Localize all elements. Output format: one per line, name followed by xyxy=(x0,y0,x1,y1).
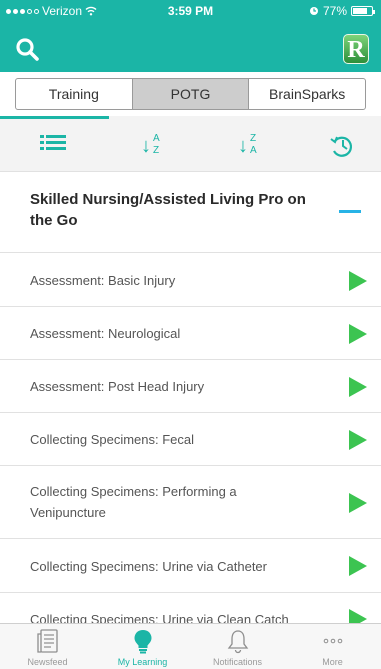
alarm-icon xyxy=(309,7,318,15)
list-item[interactable]: Collecting Specimens: Fecal xyxy=(0,413,381,466)
tab-label: My Learning xyxy=(117,657,168,667)
list-item[interactable]: Collecting Specimens: Urine via Catheter xyxy=(0,539,381,593)
tab-label: Notifications xyxy=(212,657,263,667)
sort-z-a-top-letter: Z xyxy=(250,133,257,144)
battery-group: 77% xyxy=(309,4,375,18)
section-header[interactable]: Skilled Nursing/Assisted Living Pro on t… xyxy=(0,173,381,253)
sort-a-z-bottom-letter: Z xyxy=(153,145,160,156)
search-icon xyxy=(16,38,39,61)
sort-z-a-icon: ↓ xyxy=(238,135,248,157)
tab-notifications[interactable]: Notifications xyxy=(190,624,285,669)
bell-icon xyxy=(227,630,249,654)
play-icon[interactable] xyxy=(347,554,369,578)
tab-more[interactable]: More xyxy=(285,624,380,669)
tab-label: Newsfeed xyxy=(27,657,68,667)
list-item-label: Assessment: Post Head Injury xyxy=(30,379,205,394)
list-item[interactable]: Assessment: Neurological xyxy=(0,307,381,360)
list-item-label: Assessment: Basic Injury xyxy=(30,273,176,288)
minus-icon xyxy=(339,210,361,213)
list-item-label: Collecting Specimens: Fecal xyxy=(30,432,195,447)
sort-z-a-bottom-letter: A xyxy=(250,145,257,156)
section-title: Skilled Nursing/Assisted Living Pro on t… xyxy=(30,191,306,229)
list-item-label: Collecting Specimens: Performing a Venip… xyxy=(30,484,237,520)
recent-history-icon xyxy=(330,136,353,157)
active-sort-indicator xyxy=(0,116,109,119)
segment-potg[interactable]: POTG xyxy=(132,79,250,109)
search-button[interactable] xyxy=(14,36,42,64)
tab-newsfeed[interactable]: Newsfeed xyxy=(0,624,95,669)
list-item[interactable]: Assessment: Basic Injury xyxy=(0,254,381,307)
play-icon[interactable] xyxy=(347,322,369,346)
app-logo: R xyxy=(343,34,369,64)
more-icon xyxy=(323,638,343,644)
list-item-label: Assessment: Neurological xyxy=(30,326,181,341)
app-header: Verizon 3:59 PM 77% R xyxy=(0,0,381,72)
newsfeed-icon xyxy=(37,629,58,653)
content-segments: Training POTG BrainSparks xyxy=(15,78,366,110)
play-icon[interactable] xyxy=(347,491,369,515)
list-item[interactable]: Collecting Specimens: Performing a Venip… xyxy=(0,466,381,539)
sort-toolbar: ↓ A Z ↓ Z A xyxy=(0,116,381,172)
tab-label: More xyxy=(322,657,343,667)
list-view-button[interactable] xyxy=(38,126,78,166)
segment-brainsparks[interactable]: BrainSparks xyxy=(249,79,365,109)
recent-history-button[interactable] xyxy=(323,126,363,166)
sort-a-z-top-letter: A xyxy=(153,133,160,144)
sort-a-z-icon: ↓ xyxy=(141,135,151,157)
list-item[interactable]: Assessment: Post Head Injury xyxy=(0,360,381,413)
collapse-button[interactable] xyxy=(335,203,365,221)
lightbulb-icon xyxy=(134,630,152,654)
sort-z-a-button[interactable]: ↓ Z A xyxy=(238,134,266,160)
tab-my-learning[interactable]: My Learning xyxy=(95,624,190,669)
sort-a-z-button[interactable]: ↓ A Z xyxy=(141,134,169,160)
list-item-label: Collecting Specimens: Urine via Catheter xyxy=(30,559,267,574)
bottom-tab-bar: Newsfeed My Learning Notifications More xyxy=(0,623,381,669)
battery-percent: 77% xyxy=(322,4,347,18)
list-view-icon xyxy=(40,135,66,150)
play-icon[interactable] xyxy=(347,269,369,293)
battery-icon xyxy=(351,6,375,16)
status-bar: Verizon 3:59 PM 77% xyxy=(0,0,381,22)
play-icon[interactable] xyxy=(347,375,369,399)
segment-training[interactable]: Training xyxy=(16,79,133,109)
play-icon[interactable] xyxy=(347,428,369,452)
